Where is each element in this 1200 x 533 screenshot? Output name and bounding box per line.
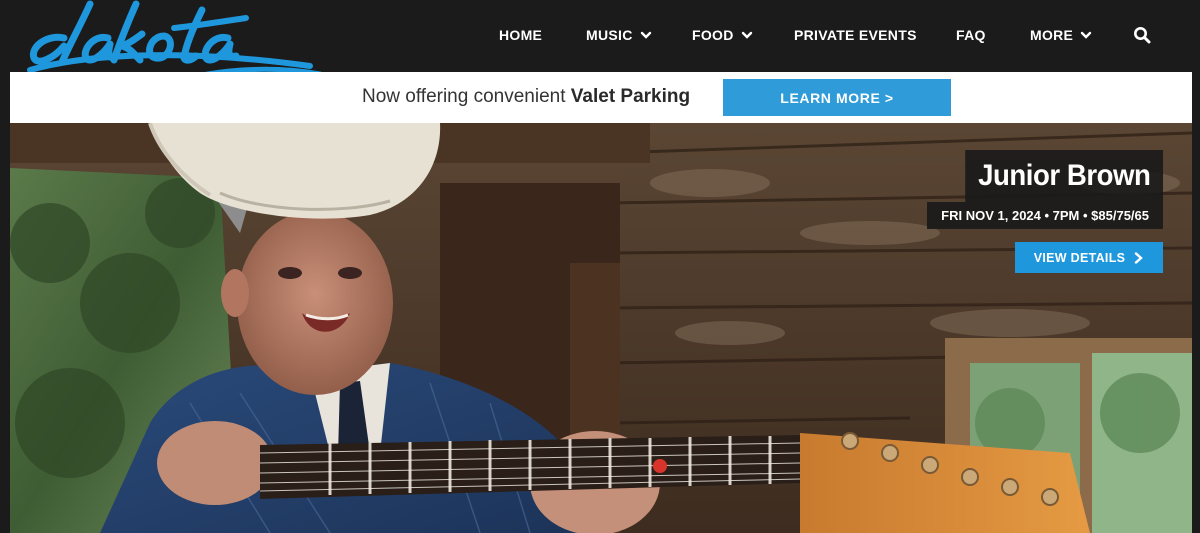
promo-message: Now offering convenient Valet Parking — [362, 86, 690, 108]
nav-home[interactable]: HOME — [499, 27, 542, 43]
nav-more[interactable]: MORE — [1030, 27, 1092, 43]
nav-food[interactable]: FOOD — [692, 27, 753, 43]
chevron-down-icon — [640, 31, 651, 39]
chevron-right-icon — [1135, 251, 1144, 264]
nav-faq[interactable]: FAQ — [956, 27, 986, 43]
nav-private-events[interactable]: PRIVATE EVENTS — [794, 27, 917, 43]
event-artist-title[interactable]: Junior Brown — [964, 150, 1163, 202]
nav-more-label: MORE — [1030, 27, 1074, 43]
valet-parking-banner: Now offering convenient Valet Parking LE… — [10, 72, 1192, 123]
hero-banner[interactable]: Junior Brown FRI NOV 1, 2024 • 7PM • $85… — [10, 123, 1192, 533]
nav-music[interactable]: MUSIC — [586, 27, 652, 43]
nav-home-label: HOME — [499, 27, 543, 43]
promo-text-lead: Now offering convenient — [362, 86, 566, 107]
event-date-price: FRI NOV 1, 2024 • 7PM • $85/75/65 — [927, 202, 1163, 229]
chevron-down-icon — [1081, 31, 1092, 39]
promo-text-highlight: Valet Parking — [570, 86, 691, 107]
nav-music-label: MUSIC — [586, 27, 633, 43]
nav-private-events-label: PRIVATE EVENTS — [794, 27, 917, 43]
site-header: HOME MUSIC FOOD PRIVATE EVENTS FAQ MORE — [0, 0, 1200, 85]
view-details-button[interactable]: VIEW DETAILS — [1015, 242, 1163, 273]
learn-more-button[interactable]: LEARN MORE > — [723, 79, 951, 116]
nav-faq-label: FAQ — [956, 27, 986, 43]
chevron-down-icon — [741, 31, 752, 39]
nav-food-label: FOOD — [692, 27, 734, 43]
search-icon[interactable] — [1133, 26, 1151, 44]
view-details-label: VIEW DETAILS — [1033, 250, 1126, 265]
